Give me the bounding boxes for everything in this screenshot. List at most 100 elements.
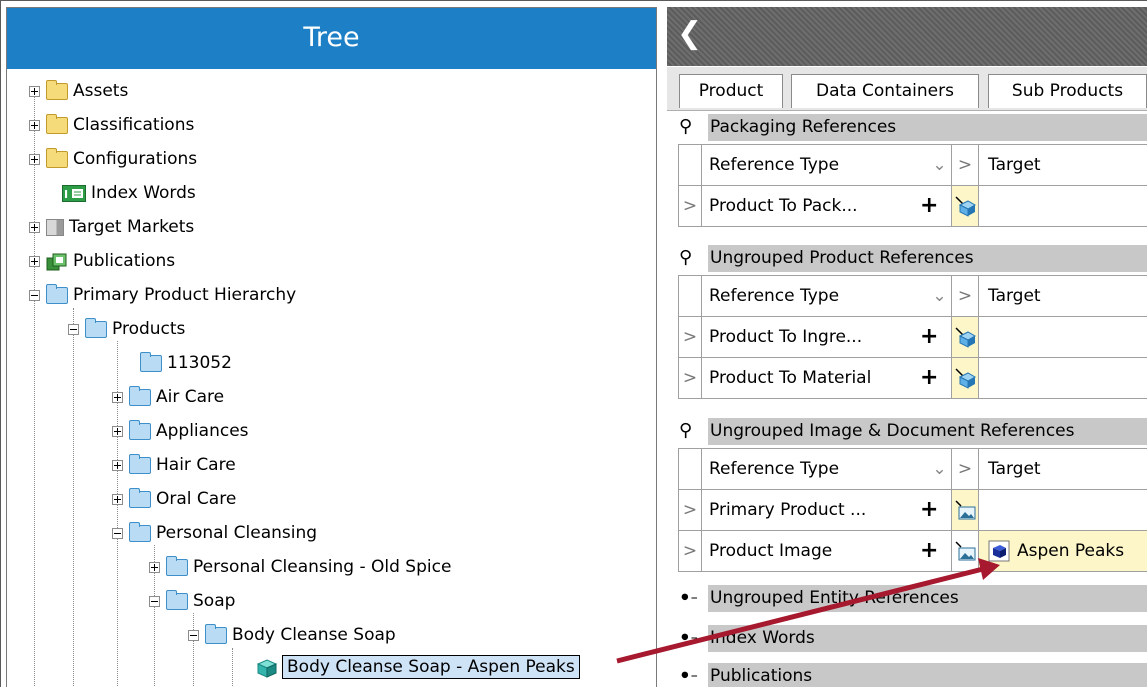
tree-node-hair-care[interactable]: Hair Care — [112, 451, 236, 479]
expand-icon[interactable] — [29, 119, 40, 131]
add-reference-button[interactable]: + — [920, 490, 938, 530]
reference-type-cell[interactable]: Product To Material — [702, 358, 952, 398]
tree-node-publications[interactable]: Publications — [29, 247, 175, 275]
pin-icon[interactable]: ⚲ — [679, 246, 692, 270]
reference-type-cell[interactable]: Product Image — [702, 531, 952, 571]
chevron-right-icon[interactable]: > — [678, 490, 702, 530]
group-header-packaging-references[interactable]: ⚲ Packaging References — [667, 112, 1147, 142]
link-image-icon-cell[interactable] — [952, 490, 979, 530]
expand-icon[interactable] — [29, 153, 40, 165]
pin-collapsed-icon[interactable]: ⚫– — [679, 626, 698, 650]
column-dropdown-icon[interactable]: ⌄ — [928, 449, 952, 489]
reference-row[interactable]: > Primary Product ... + — [678, 490, 1147, 531]
grid-header-row: Reference Type ⌄ > Target — [678, 276, 1147, 317]
reference-row[interactable]: > Product To Pack... + — [678, 186, 1147, 227]
tree-node-oral-care[interactable]: Oral Care — [112, 485, 236, 513]
target-cell[interactable] — [979, 317, 1147, 357]
collapse-icon[interactable] — [149, 595, 160, 607]
reference-type-cell[interactable]: Primary Product ... — [702, 490, 952, 530]
tree-node-air-care[interactable]: Air Care — [112, 383, 224, 411]
link-product-icon-cell[interactable] — [952, 358, 979, 398]
product-cube-icon — [255, 658, 278, 678]
target-cell[interactable] — [979, 186, 1147, 226]
pin-collapsed-icon[interactable]: ⚫– — [679, 586, 698, 610]
tree-node-primary-product-hierarchy[interactable]: Primary Product Hierarchy — [29, 281, 296, 309]
group-title: Packaging References — [710, 117, 897, 137]
column-header-target[interactable]: Target — [979, 145, 1147, 185]
expand-icon[interactable] — [112, 425, 123, 437]
column-header-target[interactable]: Target — [979, 276, 1147, 316]
reference-row[interactable]: > Product Image + Aspen Peaks — [678, 531, 1147, 572]
tree-node-classifications[interactable]: Classifications — [29, 111, 194, 139]
group-header-index-words[interactable]: ⚫– Index Words — [667, 623, 1147, 653]
add-reference-button[interactable]: + — [920, 358, 938, 398]
chevron-right-icon[interactable]: > — [678, 531, 702, 571]
tree-node-label: Hair Care — [156, 455, 236, 475]
tree-node-body-cleanse-soap-aspen-peaks[interactable]: Body Cleanse Soap - Aspen Peaks — [255, 653, 580, 681]
column-header-target[interactable]: Target — [979, 449, 1147, 489]
tree-node-index-words[interactable]: I Index Words — [62, 179, 196, 207]
chevron-right-icon[interactable]: > — [678, 358, 702, 398]
tree-node-soap[interactable]: Soap — [149, 587, 235, 615]
column-dropdown-icon[interactable]: ⌄ — [928, 276, 952, 316]
link-product-icon-cell[interactable] — [952, 317, 979, 357]
tree-node-target-markets[interactable]: Target Markets — [29, 213, 194, 241]
tree-node-appliances[interactable]: Appliances — [112, 417, 249, 445]
collapse-icon[interactable] — [29, 289, 40, 301]
collapse-icon[interactable] — [112, 527, 123, 539]
collapse-icon[interactable] — [188, 629, 199, 641]
chevron-right-icon[interactable]: > — [678, 317, 702, 357]
group-header-publications[interactable]: ⚫– Publications — [667, 661, 1147, 687]
tree-node-113052[interactable]: 113052 — [140, 349, 232, 377]
add-reference-button[interactable]: + — [920, 186, 938, 226]
expand-icon[interactable] — [149, 561, 160, 573]
target-cell[interactable] — [979, 490, 1147, 530]
group-header-ungrouped-product-references[interactable]: ⚲ Ungrouped Product References — [667, 243, 1147, 273]
tab-product[interactable]: Product — [679, 74, 783, 108]
tree-node-configurations[interactable]: Configurations — [29, 145, 197, 173]
group-header-ungrouped-entity-references[interactable]: ⚫– Ungrouped Entity References — [667, 583, 1147, 613]
tree-node-assets[interactable]: Assets — [29, 77, 128, 105]
expand-icon[interactable] — [29, 221, 40, 233]
tree-node-products[interactable]: Products — [68, 315, 185, 343]
column-header-reference-type[interactable]: Reference Type — [702, 449, 928, 489]
collapse-icon[interactable] — [68, 323, 79, 335]
tree-node-personal-cleansing-old-spice[interactable]: Personal Cleansing - Old Spice — [149, 553, 451, 581]
add-reference-button[interactable]: + — [920, 531, 938, 571]
reference-type-cell[interactable]: Product To Ingre... — [702, 317, 952, 357]
column-header-reference-type[interactable]: Reference Type — [702, 145, 928, 185]
chevron-left-icon[interactable]: ❮ — [677, 19, 702, 49]
reference-row[interactable]: > Product To Material + — [678, 358, 1147, 399]
link-image-icon-cell[interactable] — [952, 531, 979, 571]
tree-node-label: Index Words — [91, 183, 196, 203]
tree-panel: Tree Assets Classifications Configuratio… — [6, 7, 657, 687]
expand-icon[interactable] — [112, 391, 123, 403]
chevron-right-icon[interactable]: > — [678, 186, 702, 226]
tab-data-containers[interactable]: Data Containers — [791, 74, 979, 108]
expand-icon[interactable] — [29, 255, 40, 267]
tree-node-label: Configurations — [73, 149, 198, 169]
expand-icon[interactable] — [112, 459, 123, 471]
tree-node-personal-cleansing[interactable]: Personal Cleansing — [112, 519, 317, 547]
editor-panel: ❮ Product Data Containers Sub Products ⚲… — [667, 7, 1147, 687]
tab-sub-products[interactable]: Sub Products — [988, 74, 1147, 108]
pin-icon[interactable]: ⚲ — [679, 419, 692, 443]
link-product-icon — [955, 368, 976, 389]
grid-header-row: Reference Type ⌄ > Target — [678, 145, 1147, 186]
reference-grid: Reference Type ⌄ > Target > Product To P… — [678, 144, 1147, 239]
add-reference-button[interactable]: + — [920, 317, 938, 357]
column-dropdown-icon[interactable]: ⌄ — [928, 145, 952, 185]
pin-icon[interactable]: ⚲ — [679, 115, 692, 139]
tree-node-body-cleanse-soap[interactable]: Body Cleanse Soap — [188, 621, 396, 649]
group-header-ungrouped-image-document-references[interactable]: ⚲ Ungrouped Image & Document References — [667, 416, 1147, 446]
pin-collapsed-icon[interactable]: ⚫– — [679, 664, 698, 687]
expand-icon[interactable] — [29, 85, 40, 97]
target-cell[interactable] — [979, 358, 1147, 398]
column-header-reference-type[interactable]: Reference Type — [702, 276, 928, 316]
expand-icon[interactable] — [112, 493, 123, 505]
link-product-icon-cell[interactable] — [952, 186, 979, 226]
chevron-right-icon: > — [952, 145, 979, 185]
target-cell-filled[interactable]: Aspen Peaks — [979, 531, 1147, 571]
reference-row[interactable]: > Product To Ingre... + — [678, 317, 1147, 358]
reference-type-cell[interactable]: Product To Pack... — [702, 186, 952, 226]
